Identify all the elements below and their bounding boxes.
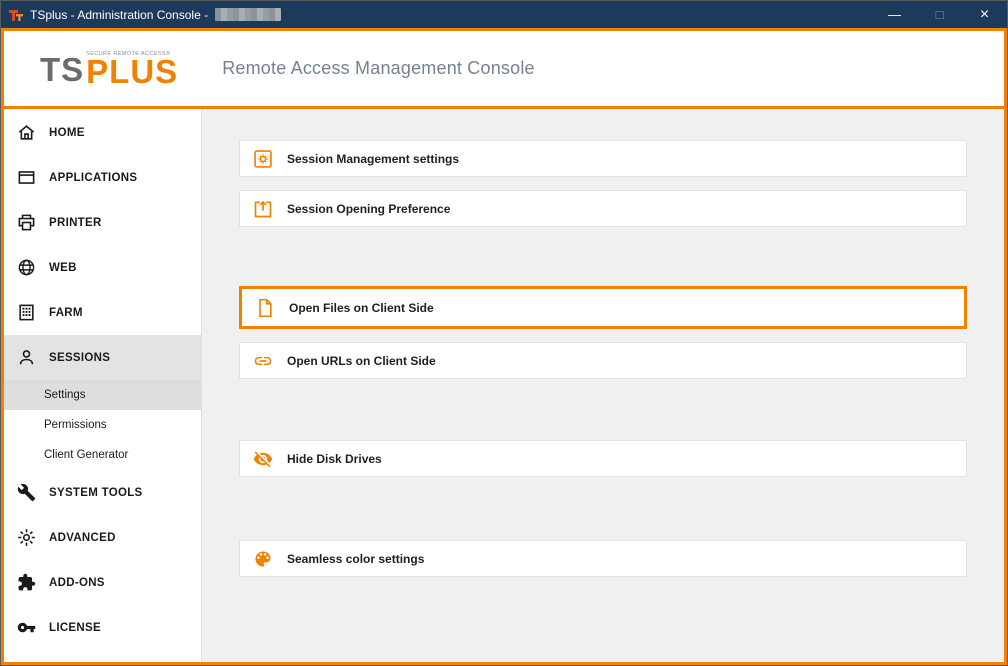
tsplus-logo: TS SECURE REMOTE ACCESS® PLUS — [40, 51, 178, 85]
app-window: TSplus - Administration Console - — □ × … — [0, 0, 1008, 666]
session-settings-icon — [253, 149, 273, 169]
logo-ts-text: TS — [40, 54, 84, 85]
sidebar-item-printer[interactable]: PRINTER — [4, 200, 201, 245]
app-icon — [8, 7, 24, 23]
disk-drives-group: Hide Disk Drives — [239, 440, 1004, 477]
window-controls: — □ × — [872, 1, 1007, 28]
sidebar-subitem-permissions[interactable]: Permissions — [4, 410, 201, 440]
sidebar-item-web[interactable]: WEB — [4, 245, 201, 290]
tile-session-opening-preference[interactable]: Session Opening Preference — [239, 190, 967, 227]
session-settings-group: Session Management settings Session Open… — [239, 140, 1004, 227]
farm-icon — [17, 303, 36, 322]
web-icon — [17, 258, 36, 277]
applications-icon — [17, 168, 36, 187]
home-icon — [17, 123, 36, 142]
open-files-icon — [255, 298, 275, 318]
window-title: TSplus - Administration Console - — [30, 8, 208, 22]
sidebar-item-advanced[interactable]: ADVANCED — [4, 515, 201, 560]
tile-seamless-color-settings[interactable]: Seamless color settings — [239, 540, 967, 577]
system-tools-icon — [17, 483, 36, 502]
color-settings-group: Seamless color settings — [239, 540, 1004, 577]
sessions-icon — [17, 348, 36, 367]
client-side-group: Open Files on Client Side Open URLs on C… — [239, 286, 1004, 379]
sidebar-item-system-tools[interactable]: SYSTEM TOOLS — [4, 470, 201, 515]
tile-open-urls-client-side[interactable]: Open URLs on Client Side — [239, 342, 967, 379]
seamless-color-icon — [253, 549, 273, 569]
session-opening-icon — [253, 199, 273, 219]
minimize-button[interactable]: — — [872, 1, 917, 28]
printer-icon — [17, 213, 36, 232]
sidebar-subitem-client-generator[interactable]: Client Generator — [4, 440, 201, 470]
sidebar-item-home[interactable]: HOME — [4, 110, 201, 155]
content-panel: Session Management settings Session Open… — [202, 109, 1004, 662]
sidebar-item-sessions[interactable]: SESSIONS — [4, 335, 201, 380]
close-button[interactable]: × — [962, 1, 1007, 28]
page-title: Remote Access Management Console — [222, 58, 535, 79]
sidebar-item-applications[interactable]: APPLICATIONS — [4, 155, 201, 200]
title-bar: TSplus - Administration Console - — □ × — [1, 1, 1007, 28]
sidebar-item-farm[interactable]: FARM — [4, 290, 201, 335]
license-icon — [17, 618, 36, 637]
sidebar-item-license[interactable]: LICENSE — [4, 605, 201, 650]
sidebar-item-add-ons[interactable]: ADD-ONS — [4, 560, 201, 605]
body-area: HOME APPLICATIONS PRINTER — [4, 109, 1004, 662]
logo-plus-text: PLUS — [86, 58, 178, 85]
tile-hide-disk-drives[interactable]: Hide Disk Drives — [239, 440, 967, 477]
orange-frame: TS SECURE REMOTE ACCESS® PLUS Remote Acc… — [1, 28, 1007, 665]
sidebar: HOME APPLICATIONS PRINTER — [4, 109, 202, 662]
open-urls-icon — [253, 351, 273, 371]
hide-disk-drives-icon — [253, 449, 273, 469]
redacted-hostname — [215, 8, 281, 21]
sidebar-subitem-settings[interactable]: Settings — [4, 380, 201, 410]
tile-open-files-client-side[interactable]: Open Files on Client Side — [239, 286, 967, 329]
addons-icon — [17, 573, 36, 592]
maximize-button[interactable]: □ — [917, 1, 962, 28]
tile-session-management-settings[interactable]: Session Management settings — [239, 140, 967, 177]
advanced-icon — [17, 528, 36, 547]
header: TS SECURE REMOTE ACCESS® PLUS Remote Acc… — [4, 31, 1004, 109]
